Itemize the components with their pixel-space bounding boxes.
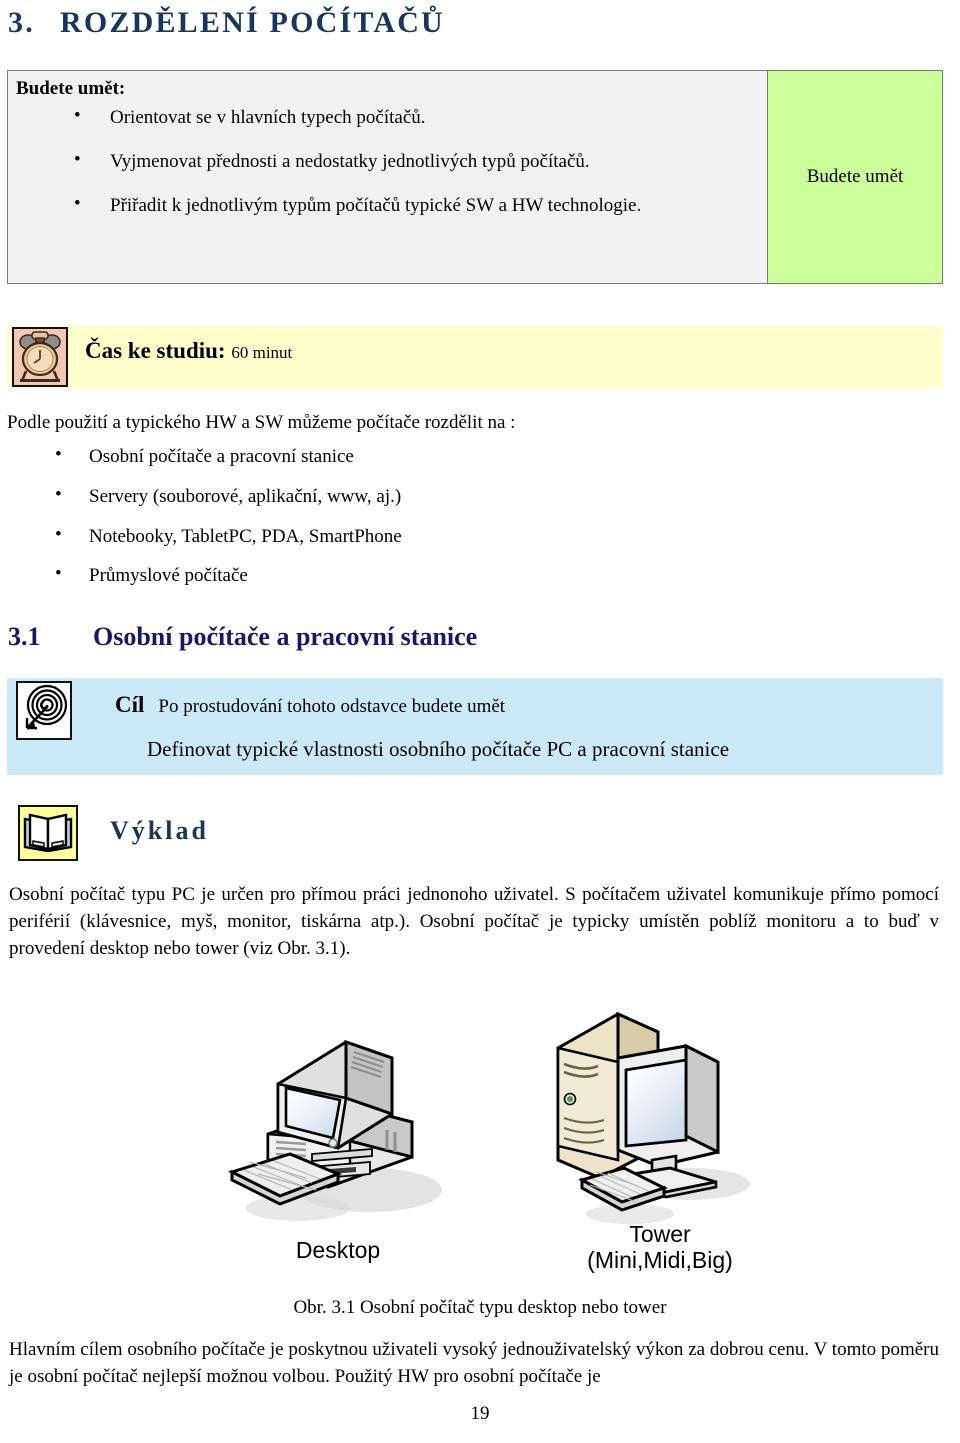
goal-label: Cíl: [115, 692, 145, 717]
study-time-value: 60 minut: [231, 343, 293, 362]
tower-label-line1: Tower: [629, 1221, 691, 1247]
list-item: Servery (souborové, aplikační, www, aj.): [55, 484, 935, 509]
target-arrow-icon: [16, 681, 72, 740]
desktop-label: Desktop: [295, 1237, 381, 1263]
chapter-title: ROZDĚLENÍ POČÍTAČŮ: [60, 6, 445, 39]
body-paragraph-1: Osobní počítač typu PC je určen pro přím…: [9, 884, 939, 959]
list-item: Vyjmenovat přednosti a nedostatky jednot…: [74, 148, 757, 173]
objectives-main-panel: Budete umět: Orientovat se v hlavních ty…: [7, 70, 767, 284]
goal-subtitle: Po prostudování tohoto odstavce budete u…: [158, 696, 506, 717]
body-paragraph-2: Hlavním cílem osobního počítače je posky…: [9, 1339, 939, 1387]
study-time-text: Čas ke studiu: 60 minut: [85, 338, 292, 364]
list-item: Orientovat se v hlavních typech počítačů…: [74, 104, 757, 129]
alarm-clock-icon: [12, 327, 68, 387]
objectives-box: Budete umět: Orientovat se v hlavních ty…: [7, 70, 943, 284]
figure-caption: Obr. 3.1 Osobní počítač typu desktop neb…: [293, 1297, 667, 1318]
list-item: Notebooky, TabletPC, PDA, SmartPhone: [55, 524, 935, 549]
tower-label-line2: (Mini,Midi,Big): [587, 1246, 733, 1273]
study-time-band: Čas ke studiu: 60 minut: [7, 326, 943, 388]
goal-text: Definovat typické vlastnosti osobního po…: [147, 737, 730, 761]
objectives-list: Orientovat se v hlavních typech počítačů…: [16, 104, 757, 218]
computer-kinds-list: Osobní počítače a pracovní stanice Serve…: [7, 444, 935, 605]
open-book-icon: [18, 805, 78, 861]
tower-computer-illustration: [540, 1000, 790, 1235]
section-title: Osobní počítače a pracovní stanice: [93, 622, 478, 651]
page-number: 19: [470, 1403, 490, 1424]
list-item: Přiřadit k jednotlivým typům počítačů ty…: [74, 192, 757, 217]
chapter-number: 3.: [8, 6, 35, 39]
page-title: 3. ROZDĚLENÍ POČÍTAČŮ: [8, 6, 908, 40]
objectives-side-label: Budete umět: [767, 70, 943, 284]
goal-heading-line: Cíl Po prostudování tohoto odstavce budet…: [115, 692, 505, 718]
section-heading: 3.1 Osobní počítače a pracovní stanice: [8, 622, 477, 652]
exposition-label: Výklad: [110, 816, 209, 845]
intro-lead: Podle použití a typického HW a SW můžeme…: [7, 412, 516, 433]
goal-box: Cíl Po prostudování tohoto odstavce budet…: [7, 678, 943, 775]
objectives-title: Budete umět:: [16, 78, 126, 99]
tower-label: Tower (Mini,Midi,Big): [545, 1221, 775, 1274]
list-item: Průmyslové počítače: [55, 563, 935, 588]
document-page: 3. ROZDĚLENÍ POČÍTAČŮ Budete umět: Orient…: [0, 0, 960, 1443]
desktop-computer-illustration: [220, 1022, 470, 1242]
list-item: Osobní počítače a pracovní stanice: [55, 444, 935, 469]
section-number: 3.1: [8, 622, 41, 651]
study-time-label: Čas ke studiu:: [85, 338, 226, 363]
figure-illustrations: [0, 1000, 960, 1300]
